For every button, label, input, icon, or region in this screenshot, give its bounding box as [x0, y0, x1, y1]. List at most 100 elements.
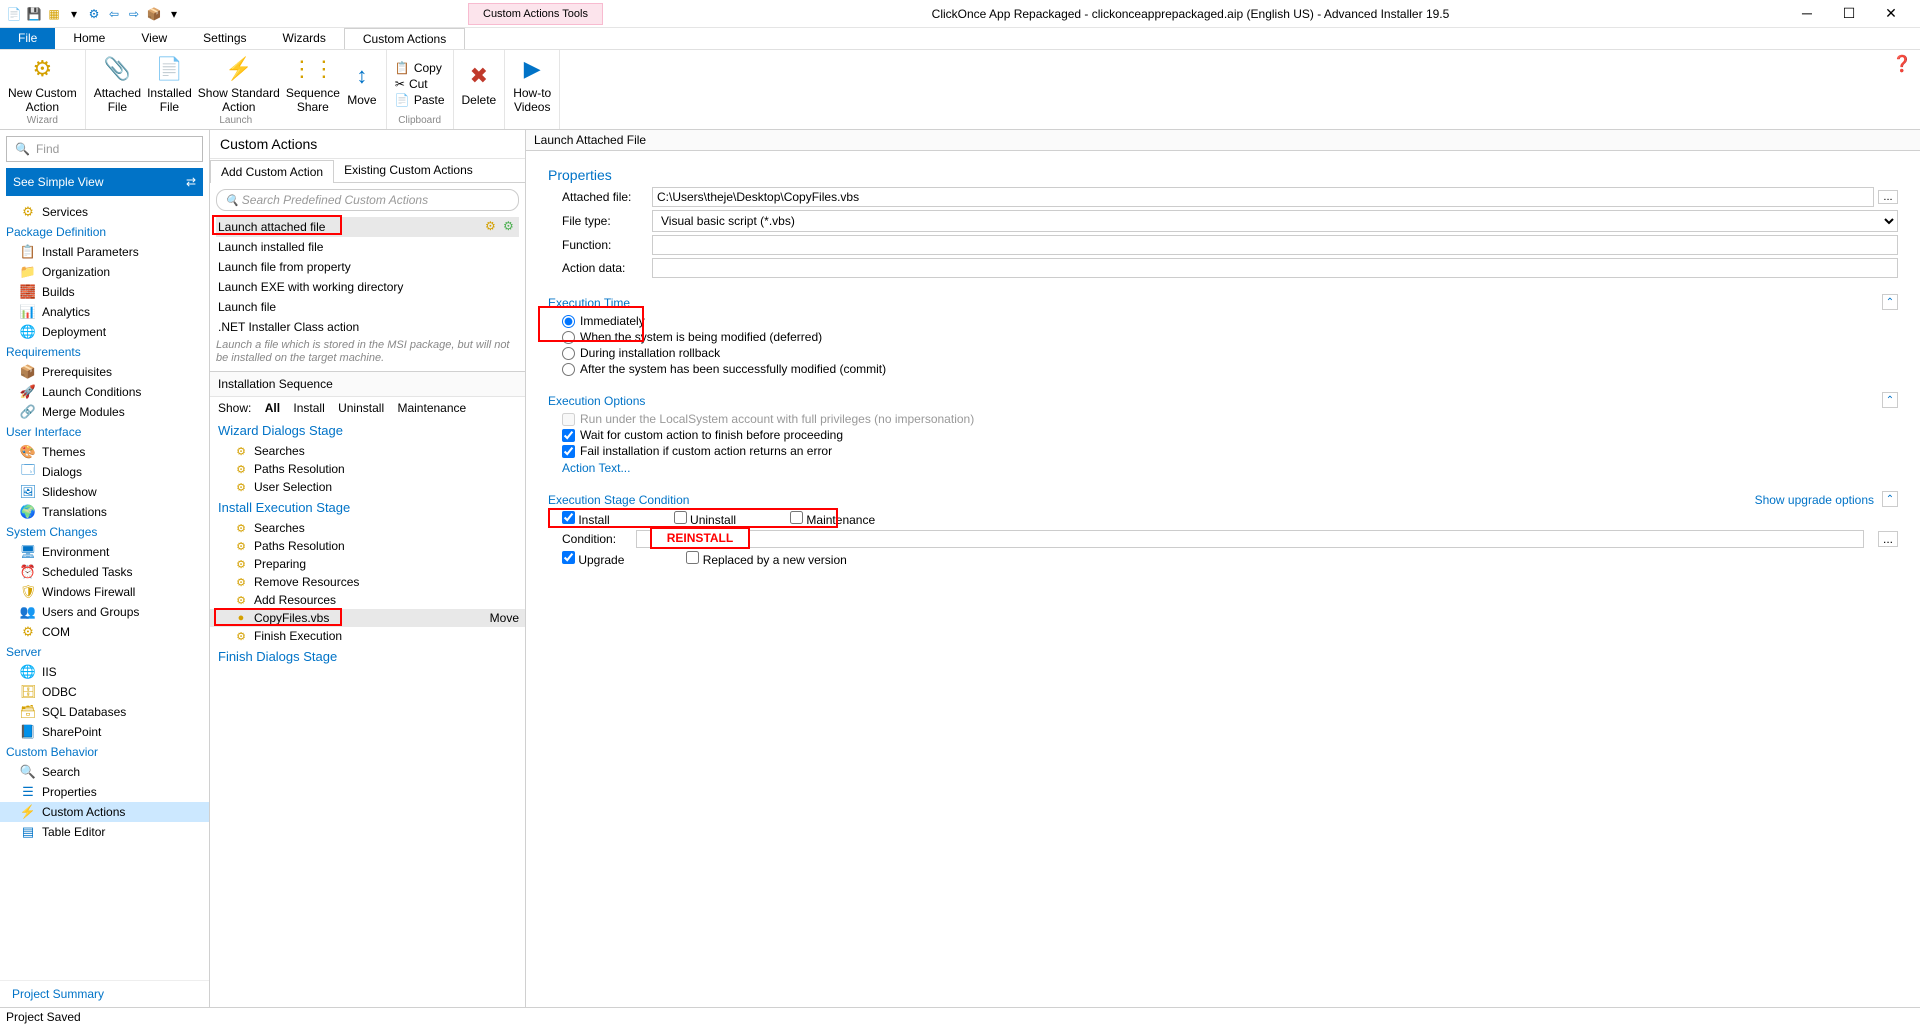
chk-install[interactable]: Install — [562, 511, 610, 527]
chk-upgrade[interactable]: Upgrade — [562, 551, 624, 567]
radio-commit[interactable]: After the system has been successfully m… — [562, 362, 1898, 376]
seq-searches-1[interactable]: ⚙Searches — [210, 442, 525, 460]
move-button[interactable]: ↕Move — [346, 60, 378, 107]
seq-paths-2[interactable]: ⚙Paths Resolution — [210, 537, 525, 555]
seq-copyfiles[interactable]: ● CopyFiles.vbs Move — [210, 609, 525, 627]
seq-paths-1[interactable]: ⚙Paths Resolution — [210, 460, 525, 478]
show-install[interactable]: Install — [293, 401, 324, 415]
nav-analytics[interactable]: 📊Analytics — [0, 302, 209, 322]
show-maintenance[interactable]: Maintenance — [397, 401, 466, 415]
tab-home[interactable]: Home — [55, 28, 123, 49]
nav-iis[interactable]: 🌐IIS — [0, 662, 209, 682]
ca-launch-file[interactable]: Launch file — [216, 297, 519, 317]
nav-builds[interactable]: 🧱Builds — [0, 282, 209, 302]
nav-translations[interactable]: 🌍Translations — [0, 502, 209, 522]
qat-more-icon[interactable]: ▾ — [166, 6, 182, 22]
attached-file-browse-button[interactable]: ... — [1878, 190, 1898, 204]
collapse-execopts-icon[interactable]: ⌃ — [1882, 392, 1898, 408]
qat-forward-icon[interactable]: ⇨ — [126, 6, 142, 22]
delete-button[interactable]: ✖Delete — [462, 60, 497, 107]
nav-organization[interactable]: 📁Organization — [0, 262, 209, 282]
nav-dialogs[interactable]: 🗔Dialogs — [0, 462, 209, 482]
nav-launch-conditions[interactable]: 🚀Launch Conditions — [0, 382, 209, 402]
chk-wait[interactable]: Wait for custom action to finish before … — [562, 428, 1898, 442]
chk-fail[interactable]: Fail installation if custom action retur… — [562, 444, 1898, 458]
actiondata-input[interactable] — [652, 258, 1898, 278]
tab-settings[interactable]: Settings — [185, 28, 264, 49]
howto-videos-button[interactable]: ▶How-to Videos — [513, 53, 551, 113]
nav-sql[interactable]: 🗃SQL Databases — [0, 702, 209, 722]
seq-usersel[interactable]: ⚙User Selection — [210, 478, 525, 496]
add-noseq-icon[interactable]: ⚙ — [503, 219, 517, 233]
tab-file[interactable]: File — [0, 28, 55, 49]
qat-run-icon[interactable]: ⚙ — [86, 6, 102, 22]
tab-existing-custom-actions[interactable]: Existing Custom Actions — [334, 159, 483, 182]
nav-table-editor[interactable]: ▤Table Editor — [0, 822, 209, 842]
nav-properties[interactable]: ☰Properties — [0, 782, 209, 802]
nav-firewall[interactable]: 🛡Windows Firewall — [0, 582, 209, 602]
nav-themes[interactable]: 🎨Themes — [0, 442, 209, 462]
copy-button[interactable]: 📋Copy — [395, 61, 445, 75]
tab-custom-actions[interactable]: Custom Actions — [344, 28, 465, 49]
nav-sharepoint[interactable]: 📘SharePoint — [0, 722, 209, 742]
nav-deployment[interactable]: 🌐Deployment — [0, 322, 209, 342]
seq-removeres[interactable]: ⚙Remove Resources — [210, 573, 525, 591]
ca-launch-attached-file[interactable]: Launch attached file ⚙⚙ — [216, 217, 519, 237]
tab-wizards[interactable]: Wizards — [265, 28, 344, 49]
attached-file-input[interactable] — [652, 187, 1874, 207]
sequence-share-button[interactable]: ⋮⋮Sequence Share — [286, 53, 340, 113]
collapse-execstage-icon[interactable]: ⌃ — [1882, 491, 1898, 507]
search-custom-actions-input[interactable]: 🔍 Search Predefined Custom Actions — [216, 189, 519, 211]
tab-view[interactable]: View — [123, 28, 185, 49]
condition-input[interactable] — [636, 530, 1864, 548]
condition-browse-button[interactable]: ... — [1878, 531, 1898, 547]
tab-add-custom-action[interactable]: Add Custom Action — [210, 160, 334, 183]
cut-button[interactable]: ✂Cut — [395, 77, 445, 91]
see-simple-view-button[interactable]: See Simple View⇄ — [6, 168, 203, 196]
nav-environment[interactable]: 🖥Environment — [0, 542, 209, 562]
maximize-icon[interactable]: ☐ — [1834, 5, 1864, 22]
qat-build-icon[interactable]: ▦ — [46, 6, 62, 22]
show-upgrade-options-link[interactable]: Show upgrade options — [1755, 493, 1874, 507]
nav-services[interactable]: ⚙Services — [0, 202, 209, 222]
qat-box-icon[interactable]: 📦 — [146, 6, 162, 22]
qat-dropdown-icon[interactable]: ▾ — [66, 6, 82, 22]
qat-back-icon[interactable]: ⇦ — [106, 6, 122, 22]
chk-replaced[interactable]: Replaced by a new version — [686, 551, 846, 567]
ca-net-class[interactable]: .NET Installer Class action — [216, 317, 519, 337]
help-icon[interactable]: ❓ — [1884, 50, 1920, 129]
new-custom-action-button[interactable]: ⚙New Custom Action — [8, 53, 77, 113]
function-input[interactable] — [652, 235, 1898, 255]
minimize-icon[interactable]: ─ — [1792, 5, 1822, 22]
nav-odbc[interactable]: 🗄ODBC — [0, 682, 209, 702]
installed-file-button[interactable]: 📄Installed File — [147, 53, 192, 113]
show-uninstall[interactable]: Uninstall — [338, 401, 384, 415]
nav-prerequisites[interactable]: 📦Prerequisites — [0, 362, 209, 382]
nav-merge-modules[interactable]: 🔗Merge Modules — [0, 402, 209, 422]
radio-immediately[interactable]: Immediately — [562, 314, 1898, 328]
tool-tab[interactable]: Custom Actions Tools — [468, 3, 603, 25]
nav-search[interactable]: 🔍Search — [0, 762, 209, 782]
collapse-exectime-icon[interactable]: ⌃ — [1882, 294, 1898, 310]
close-icon[interactable]: ✕ — [1876, 5, 1906, 22]
show-all[interactable]: All — [265, 401, 280, 415]
show-standard-button[interactable]: ⚡Show Standard Action — [198, 53, 280, 113]
seq-searches-2[interactable]: ⚙Searches — [210, 519, 525, 537]
seq-addres[interactable]: ⚙Add Resources — [210, 591, 525, 609]
radio-rollback[interactable]: During installation rollback — [562, 346, 1898, 360]
chk-maintenance[interactable]: Maintenance — [790, 511, 875, 527]
seq-preparing[interactable]: ⚙Preparing — [210, 555, 525, 573]
action-text-link[interactable]: Action Text... — [562, 461, 1898, 475]
filetype-select[interactable]: Visual basic script (*.vbs) — [652, 210, 1898, 232]
qat-new-icon[interactable]: 📄 — [6, 6, 22, 22]
ca-launch-from-property[interactable]: Launch file from property — [216, 257, 519, 277]
project-summary-link[interactable]: Project Summary — [0, 980, 209, 1007]
paste-button[interactable]: 📄Paste — [395, 93, 445, 107]
nav-custom-actions[interactable]: ⚡Custom Actions — [0, 802, 209, 822]
seq-finishexec[interactable]: ⚙Finish Execution — [210, 627, 525, 645]
ca-launch-installed-file[interactable]: Launch installed file — [216, 237, 519, 257]
nav-users-groups[interactable]: 👥Users and Groups — [0, 602, 209, 622]
nav-slideshow[interactable]: 🖼Slideshow — [0, 482, 209, 502]
qat-save-icon[interactable]: 💾 — [26, 6, 42, 22]
nav-install-parameters[interactable]: 📋Install Parameters — [0, 242, 209, 262]
